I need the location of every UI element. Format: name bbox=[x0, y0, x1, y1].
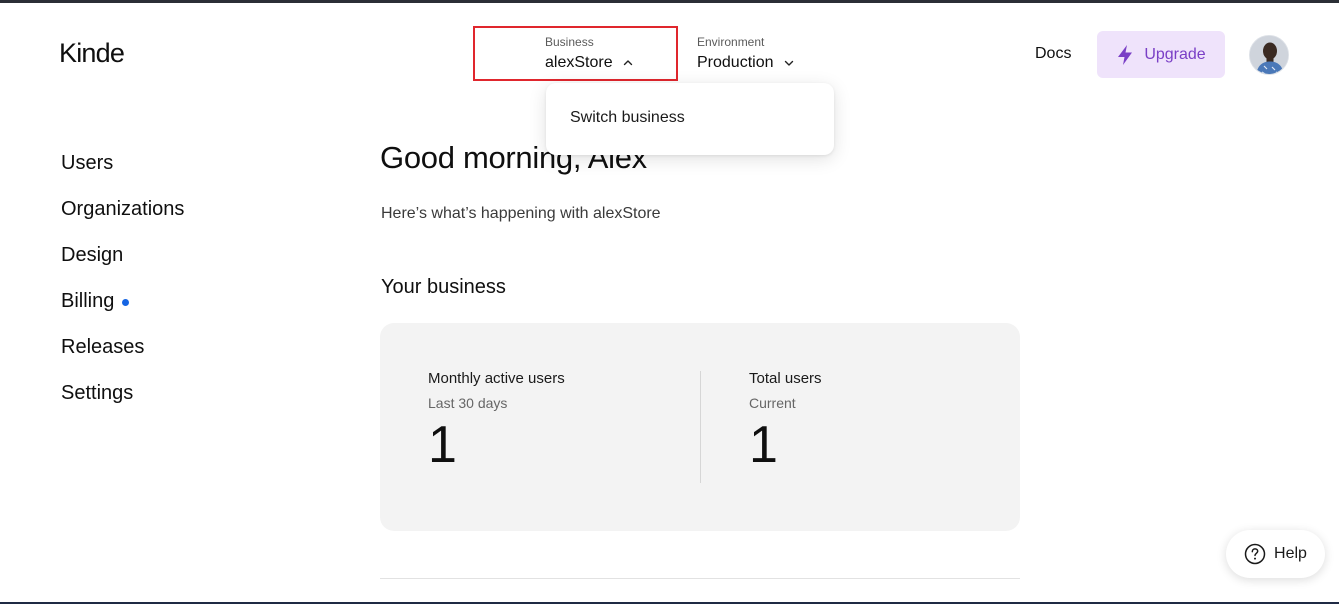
kinde-logo[interactable]: Kinde bbox=[59, 38, 125, 69]
sidebar-item-design[interactable]: Design bbox=[61, 232, 184, 278]
question-circle-icon bbox=[1244, 543, 1266, 565]
business-name: alexStore bbox=[545, 54, 613, 71]
stat-subtitle: Last 30 days bbox=[428, 395, 508, 411]
sidebar-item-organizations[interactable]: Organizations bbox=[61, 186, 184, 232]
docs-link[interactable]: Docs bbox=[1035, 45, 1071, 63]
sidebar-item-label: Settings bbox=[61, 381, 134, 404]
chevron-up-icon bbox=[623, 60, 632, 66]
sidebar-item-label: Releases bbox=[61, 335, 145, 358]
sidebar-nav: Users Organizations Design Billing Relea… bbox=[61, 140, 184, 416]
stat-title: Total users bbox=[749, 370, 822, 387]
stat-value: 1 bbox=[749, 416, 778, 474]
stats-divider bbox=[700, 371, 701, 483]
environment-label: Environment bbox=[697, 35, 765, 49]
stat-total-users: Total users Current 1 bbox=[749, 370, 822, 474]
notification-dot bbox=[122, 298, 130, 306]
sidebar-item-users[interactable]: Users bbox=[61, 140, 184, 186]
user-avatar[interactable] bbox=[1249, 35, 1289, 75]
avatar-image bbox=[1250, 36, 1288, 74]
stat-title: Monthly active users bbox=[428, 370, 565, 387]
content-divider bbox=[380, 578, 1020, 579]
sidebar-item-releases[interactable]: Releases bbox=[61, 324, 184, 370]
lightning-icon bbox=[1118, 44, 1133, 65]
business-dropdown-menu: Switch business bbox=[546, 83, 834, 155]
sidebar-item-label: Users bbox=[61, 151, 114, 174]
stat-value: 1 bbox=[428, 416, 457, 474]
sidebar-item-billing[interactable]: Billing bbox=[61, 278, 184, 324]
business-switcher[interactable]: Business alexStore bbox=[473, 26, 678, 81]
sidebar-item-settings[interactable]: Settings bbox=[61, 370, 184, 416]
environment-name: Production bbox=[697, 54, 774, 71]
chevron-down-icon bbox=[784, 60, 793, 66]
section-title: Your business bbox=[381, 276, 506, 298]
window-top-edge bbox=[0, 0, 1339, 3]
upgrade-button[interactable]: Upgrade bbox=[1097, 31, 1225, 78]
business-stats-card: Monthly active users Last 30 days 1 Tota… bbox=[380, 323, 1020, 531]
help-button[interactable]: Help bbox=[1226, 530, 1325, 578]
stat-subtitle: Current bbox=[749, 395, 796, 411]
sidebar-item-label: Design bbox=[61, 243, 124, 266]
help-label: Help bbox=[1274, 545, 1307, 562]
business-label: Business bbox=[545, 35, 594, 49]
sidebar-item-label: Organizations bbox=[61, 197, 185, 220]
stat-monthly-active-users: Monthly active users Last 30 days 1 bbox=[428, 370, 565, 474]
environment-switcher[interactable]: Environment Production bbox=[697, 27, 817, 80]
upgrade-label: Upgrade bbox=[1144, 45, 1206, 63]
page-subtitle: Here’s what’s happening with alexStore bbox=[381, 205, 661, 222]
sidebar-item-label: Billing bbox=[61, 289, 115, 312]
switch-business-item[interactable]: Switch business bbox=[570, 109, 834, 127]
